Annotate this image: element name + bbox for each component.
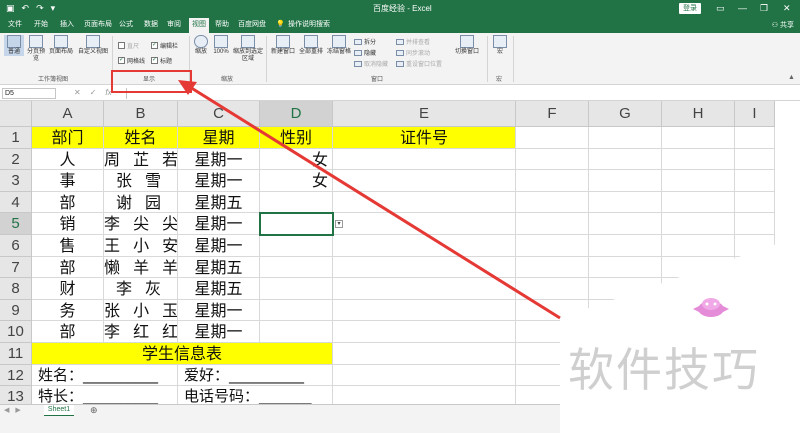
watermark-text: 软件技巧	[568, 343, 760, 397]
red-arrow-line	[184, 82, 561, 320]
mascot-icon	[693, 298, 729, 317]
highlight-box	[111, 70, 192, 93]
